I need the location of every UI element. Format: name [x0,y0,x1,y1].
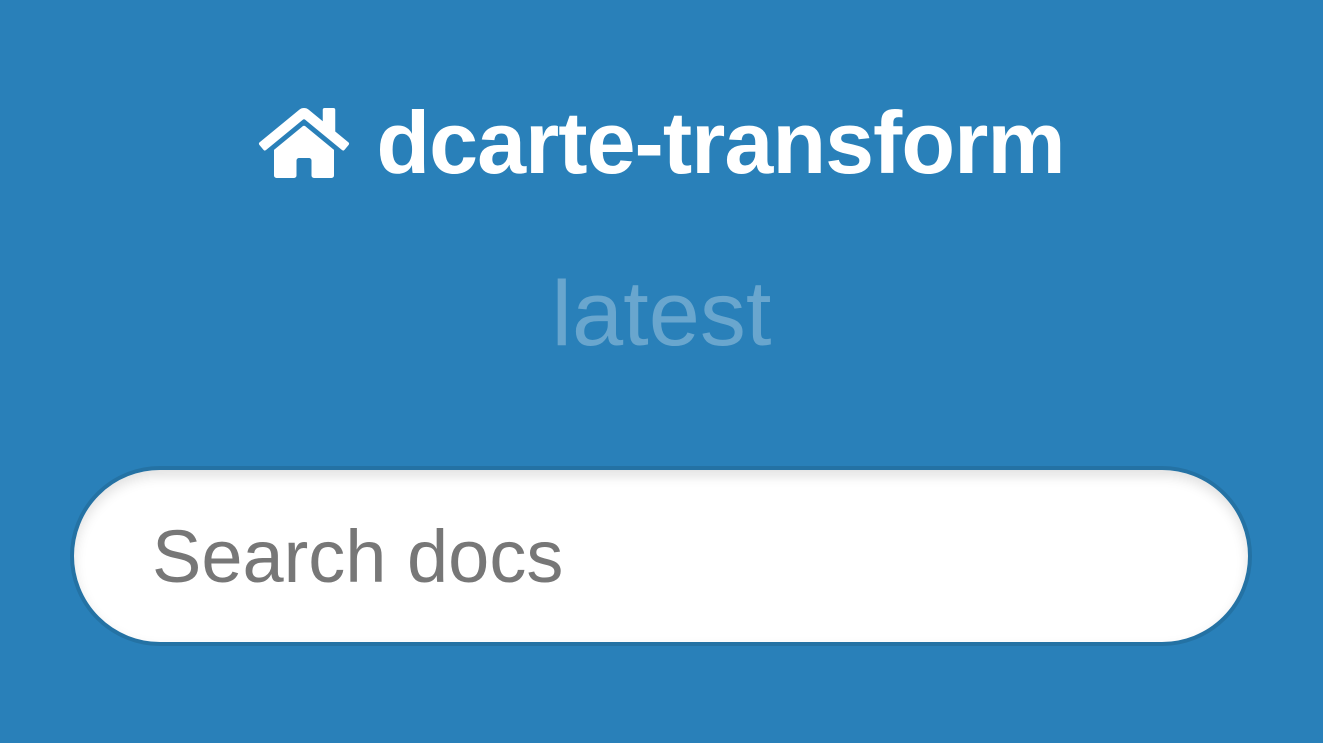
search-input[interactable] [70,466,1252,646]
version-label: latest [551,263,772,365]
sidebar-header: dcarte-transform latest [0,0,1323,743]
home-icon [258,103,350,183]
project-name: dcarte-transform [376,93,1065,192]
project-home-link[interactable]: dcarte-transform [0,88,1323,198]
search-form [70,466,1252,646]
